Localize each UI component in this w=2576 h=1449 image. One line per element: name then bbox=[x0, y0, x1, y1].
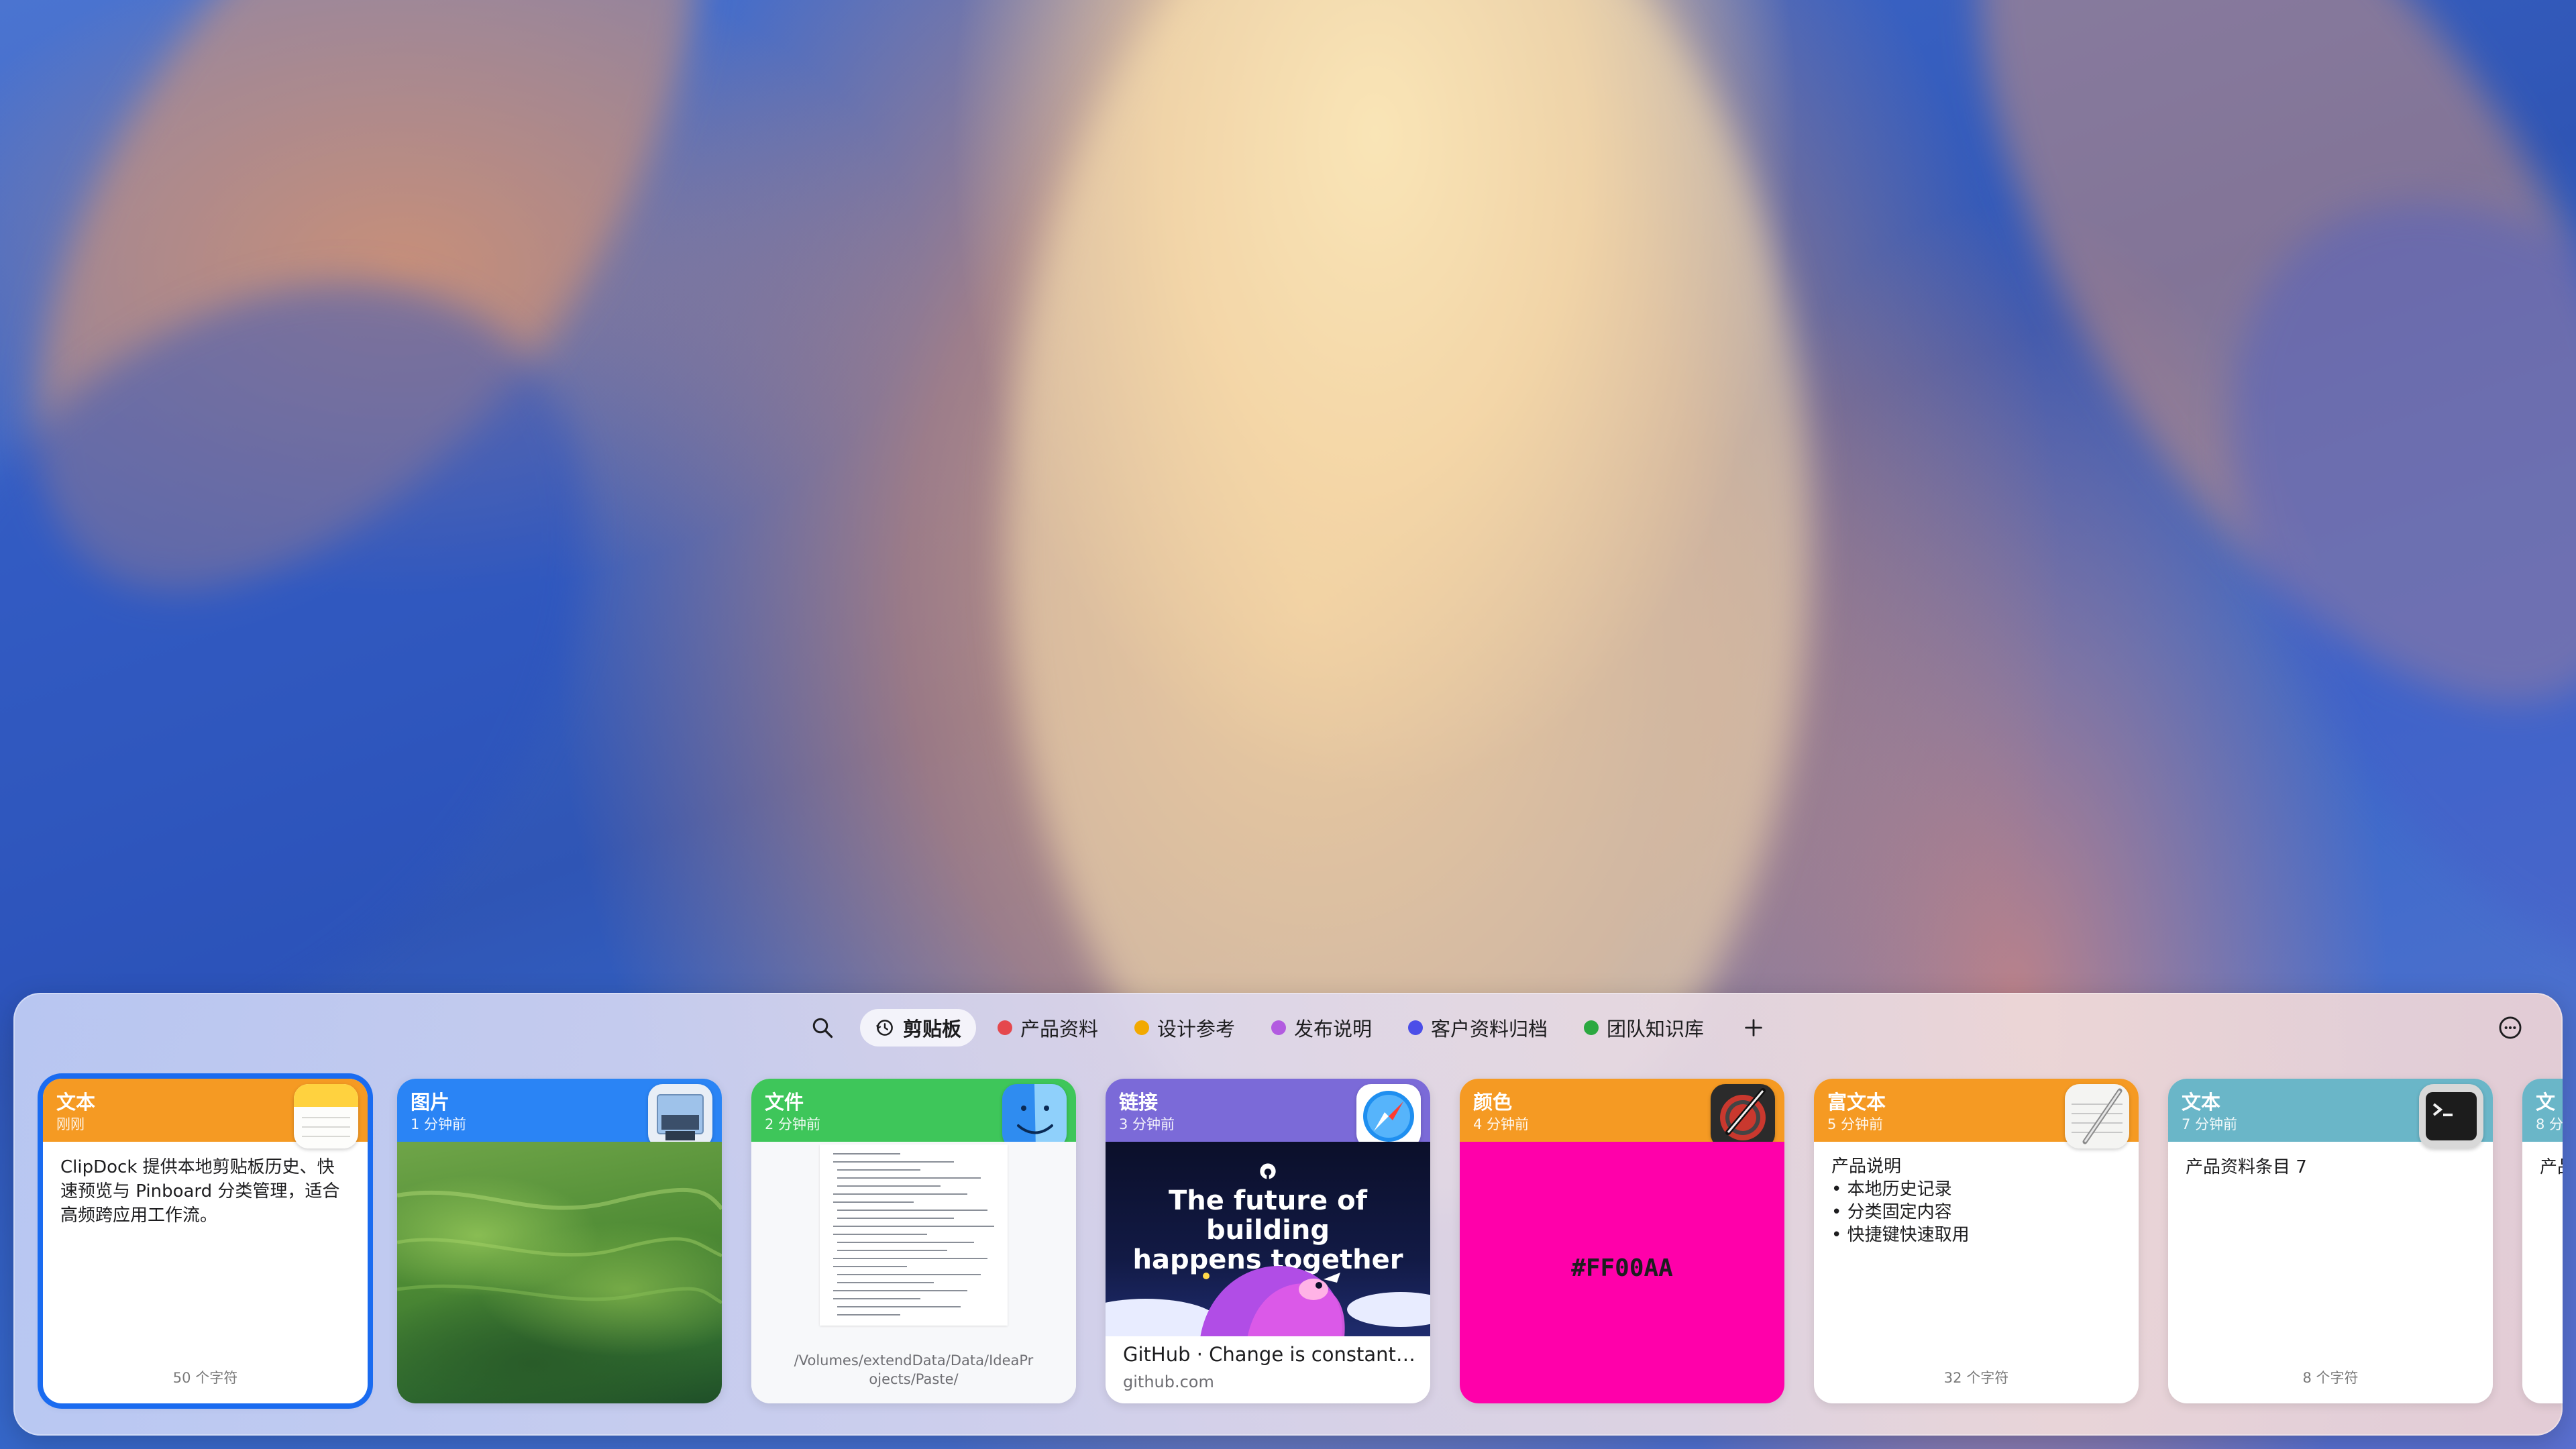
card-body: 产品 bbox=[2522, 1142, 2563, 1403]
card-header: 链接 3 分钟前 bbox=[1106, 1079, 1430, 1148]
clip-card-image[interactable]: 图片 1 分钟前 bbox=[397, 1079, 722, 1403]
image-preview bbox=[397, 1142, 722, 1403]
digital-color-meter-icon bbox=[1711, 1084, 1775, 1148]
tab-label: 剪贴板 bbox=[902, 1018, 961, 1040]
card-time: 4 分钟前 bbox=[1473, 1116, 1529, 1132]
card-time: 5 分钟前 bbox=[1827, 1116, 1884, 1132]
color-hex-value: #FF00AA bbox=[1571, 1254, 1673, 1282]
link-preview: The future of building happens together bbox=[1106, 1142, 1430, 1403]
card-type: 链接 bbox=[1119, 1091, 1159, 1114]
tab-product-docs[interactable]: 产品资料 bbox=[983, 1009, 1113, 1046]
card-body: 产品说明 • 本地历史记录 • 分类固定内容 • 快捷键快速取用 32 个字符 bbox=[1814, 1142, 2139, 1403]
card-time: 2 分钟前 bbox=[765, 1116, 821, 1132]
card-header: 富文本 5 分钟前 bbox=[1814, 1079, 2139, 1148]
card-header: 文本 7 分钟前 bbox=[2168, 1079, 2493, 1148]
pinboard-color-dot bbox=[1271, 1020, 1286, 1035]
clip-text-preview: ClipDock 提供本地剪贴板历史、快速预览与 Pinboard 分类管理，适… bbox=[60, 1157, 340, 1226]
card-body: 产品资料条目 7 8 个字符 bbox=[2168, 1142, 2493, 1403]
tab-label: 客户资料归档 bbox=[1431, 1018, 1548, 1040]
color-swatch: #FF00AA bbox=[1460, 1142, 1784, 1403]
tab-customer-archive[interactable]: 客户资料归档 bbox=[1393, 1009, 1562, 1046]
card-type: 文件 bbox=[765, 1091, 804, 1114]
tab-label: 发布说明 bbox=[1294, 1018, 1373, 1040]
tab-label: 设计参考 bbox=[1157, 1018, 1235, 1040]
clipboard-panel: 剪贴板 产品资料 设计参考 发布说明 客户资料归档 团队知识库 文本 刚刚 Cl… bbox=[13, 993, 2563, 1436]
search-icon[interactable] bbox=[802, 1008, 843, 1048]
clip-card-text[interactable]: 文本 7 分钟前 产品资料条目 7 8 个字符 bbox=[2168, 1079, 2493, 1403]
textedit-app-icon bbox=[2065, 1084, 2129, 1148]
character-count: 50 个字符 bbox=[172, 1370, 238, 1386]
clip-card-text[interactable]: 文本 刚刚 ClipDock 提供本地剪贴板历史、快速预览与 Pinboard … bbox=[43, 1079, 368, 1403]
pinboard-color-dot bbox=[1584, 1020, 1599, 1035]
character-count: 32 个字符 bbox=[1943, 1370, 2009, 1386]
card-time: 刚刚 bbox=[56, 1116, 85, 1132]
panel-toolbar: 剪贴板 产品资料 设计参考 发布说明 客户资料归档 团队知识库 bbox=[13, 993, 2563, 1063]
link-domain: github.com bbox=[1123, 1373, 1214, 1391]
finder-app-icon bbox=[1002, 1084, 1067, 1148]
notes-app-icon bbox=[294, 1084, 358, 1148]
card-header: 颜色 4 分钟前 bbox=[1460, 1079, 1784, 1148]
link-hero-image: The future of building happens together bbox=[1106, 1142, 1430, 1336]
card-header: 文 8 分 bbox=[2522, 1079, 2563, 1142]
tab-design-reference[interactable]: 设计参考 bbox=[1120, 1009, 1250, 1046]
history-icon bbox=[876, 1020, 893, 1036]
link-title: GitHub · Change is constant.... bbox=[1123, 1343, 1417, 1366]
tab-label: 团队知识库 bbox=[1607, 1018, 1705, 1040]
tab-release-notes[interactable]: 发布说明 bbox=[1256, 1009, 1387, 1046]
rich-text-preview: 产品说明 • 本地历史记录 • 分类固定内容 • 快捷键快速取用 bbox=[1831, 1155, 2121, 1246]
add-pinboard-icon[interactable] bbox=[1733, 1008, 1774, 1048]
card-time: 1 分钟前 bbox=[411, 1116, 467, 1132]
clip-card-rich-text[interactable]: 富文本 5 分钟前 产品说明 • 本地历史记录 • 分类固定内容 • 快捷键快速… bbox=[1814, 1079, 2139, 1403]
tab-team-knowledge[interactable]: 团队知识库 bbox=[1569, 1009, 1719, 1046]
rich-text-bullet: • 快捷键快速取用 bbox=[1831, 1225, 1970, 1245]
clipboard-cards-row: 文本 刚刚 ClipDock 提供本地剪贴板历史、快速预览与 Pinboard … bbox=[43, 1079, 2563, 1407]
clip-text-preview: 产品 bbox=[2540, 1157, 2563, 1177]
document-thumbnail bbox=[820, 1144, 1008, 1326]
card-type: 文本 bbox=[2182, 1091, 2221, 1114]
more-options-icon[interactable] bbox=[2496, 1013, 2525, 1042]
safari-app-icon bbox=[1356, 1084, 1421, 1148]
card-time: 3 分钟前 bbox=[1119, 1116, 1175, 1132]
card-type: 文 bbox=[2536, 1091, 2556, 1114]
card-time: 8 分 bbox=[2536, 1116, 2563, 1132]
card-time: 7 分钟前 bbox=[2182, 1116, 2238, 1132]
clip-card-link[interactable]: 链接 3 分钟前 The future of building happens … bbox=[1106, 1079, 1430, 1403]
pinboard-color-dot bbox=[997, 1020, 1012, 1035]
file-preview: /Volumes/extendData/Data/IdeaProjects/Pa… bbox=[751, 1142, 1076, 1403]
preview-app-icon bbox=[648, 1084, 712, 1148]
file-path: /Volumes/extendData/Data/IdeaProjects/Pa… bbox=[794, 1352, 1034, 1387]
clip-text-preview: 产品资料条目 7 bbox=[2186, 1157, 2307, 1177]
card-header: 文件 2 分钟前 bbox=[751, 1079, 1076, 1148]
clip-card-text[interactable]: 文 8 分 产品 bbox=[2522, 1079, 2563, 1403]
card-body: ClipDock 提供本地剪贴板历史、快速预览与 Pinboard 分类管理，适… bbox=[43, 1142, 368, 1403]
card-header: 图片 1 分钟前 bbox=[397, 1079, 722, 1148]
pinboard-color-dot bbox=[1408, 1020, 1424, 1035]
rich-text-heading: 产品说明 bbox=[1831, 1157, 1902, 1177]
card-type: 图片 bbox=[411, 1091, 450, 1114]
rich-text-bullet: • 分类固定内容 bbox=[1831, 1202, 1952, 1222]
card-type: 富文本 bbox=[1827, 1091, 1886, 1114]
clip-card-file[interactable]: 文件 2 分钟前 /Volumes/extendData/Data/IdeaPr… bbox=[751, 1079, 1076, 1403]
tab-clipboard[interactable]: 剪贴板 bbox=[859, 1009, 976, 1046]
card-header: 文本 刚刚 bbox=[43, 1079, 368, 1148]
pinboard-color-dot bbox=[1134, 1020, 1149, 1035]
clip-card-color[interactable]: 颜色 4 分钟前 #FF00AA bbox=[1460, 1079, 1784, 1403]
rich-text-bullet: • 本地历史记录 bbox=[1831, 1179, 1952, 1199]
card-type: 文本 bbox=[56, 1091, 96, 1114]
tab-label: 产品资料 bbox=[1020, 1018, 1098, 1040]
card-type: 颜色 bbox=[1473, 1091, 1513, 1114]
terminal-app-icon bbox=[2419, 1084, 2483, 1148]
character-count: 8 个字符 bbox=[2302, 1370, 2359, 1386]
